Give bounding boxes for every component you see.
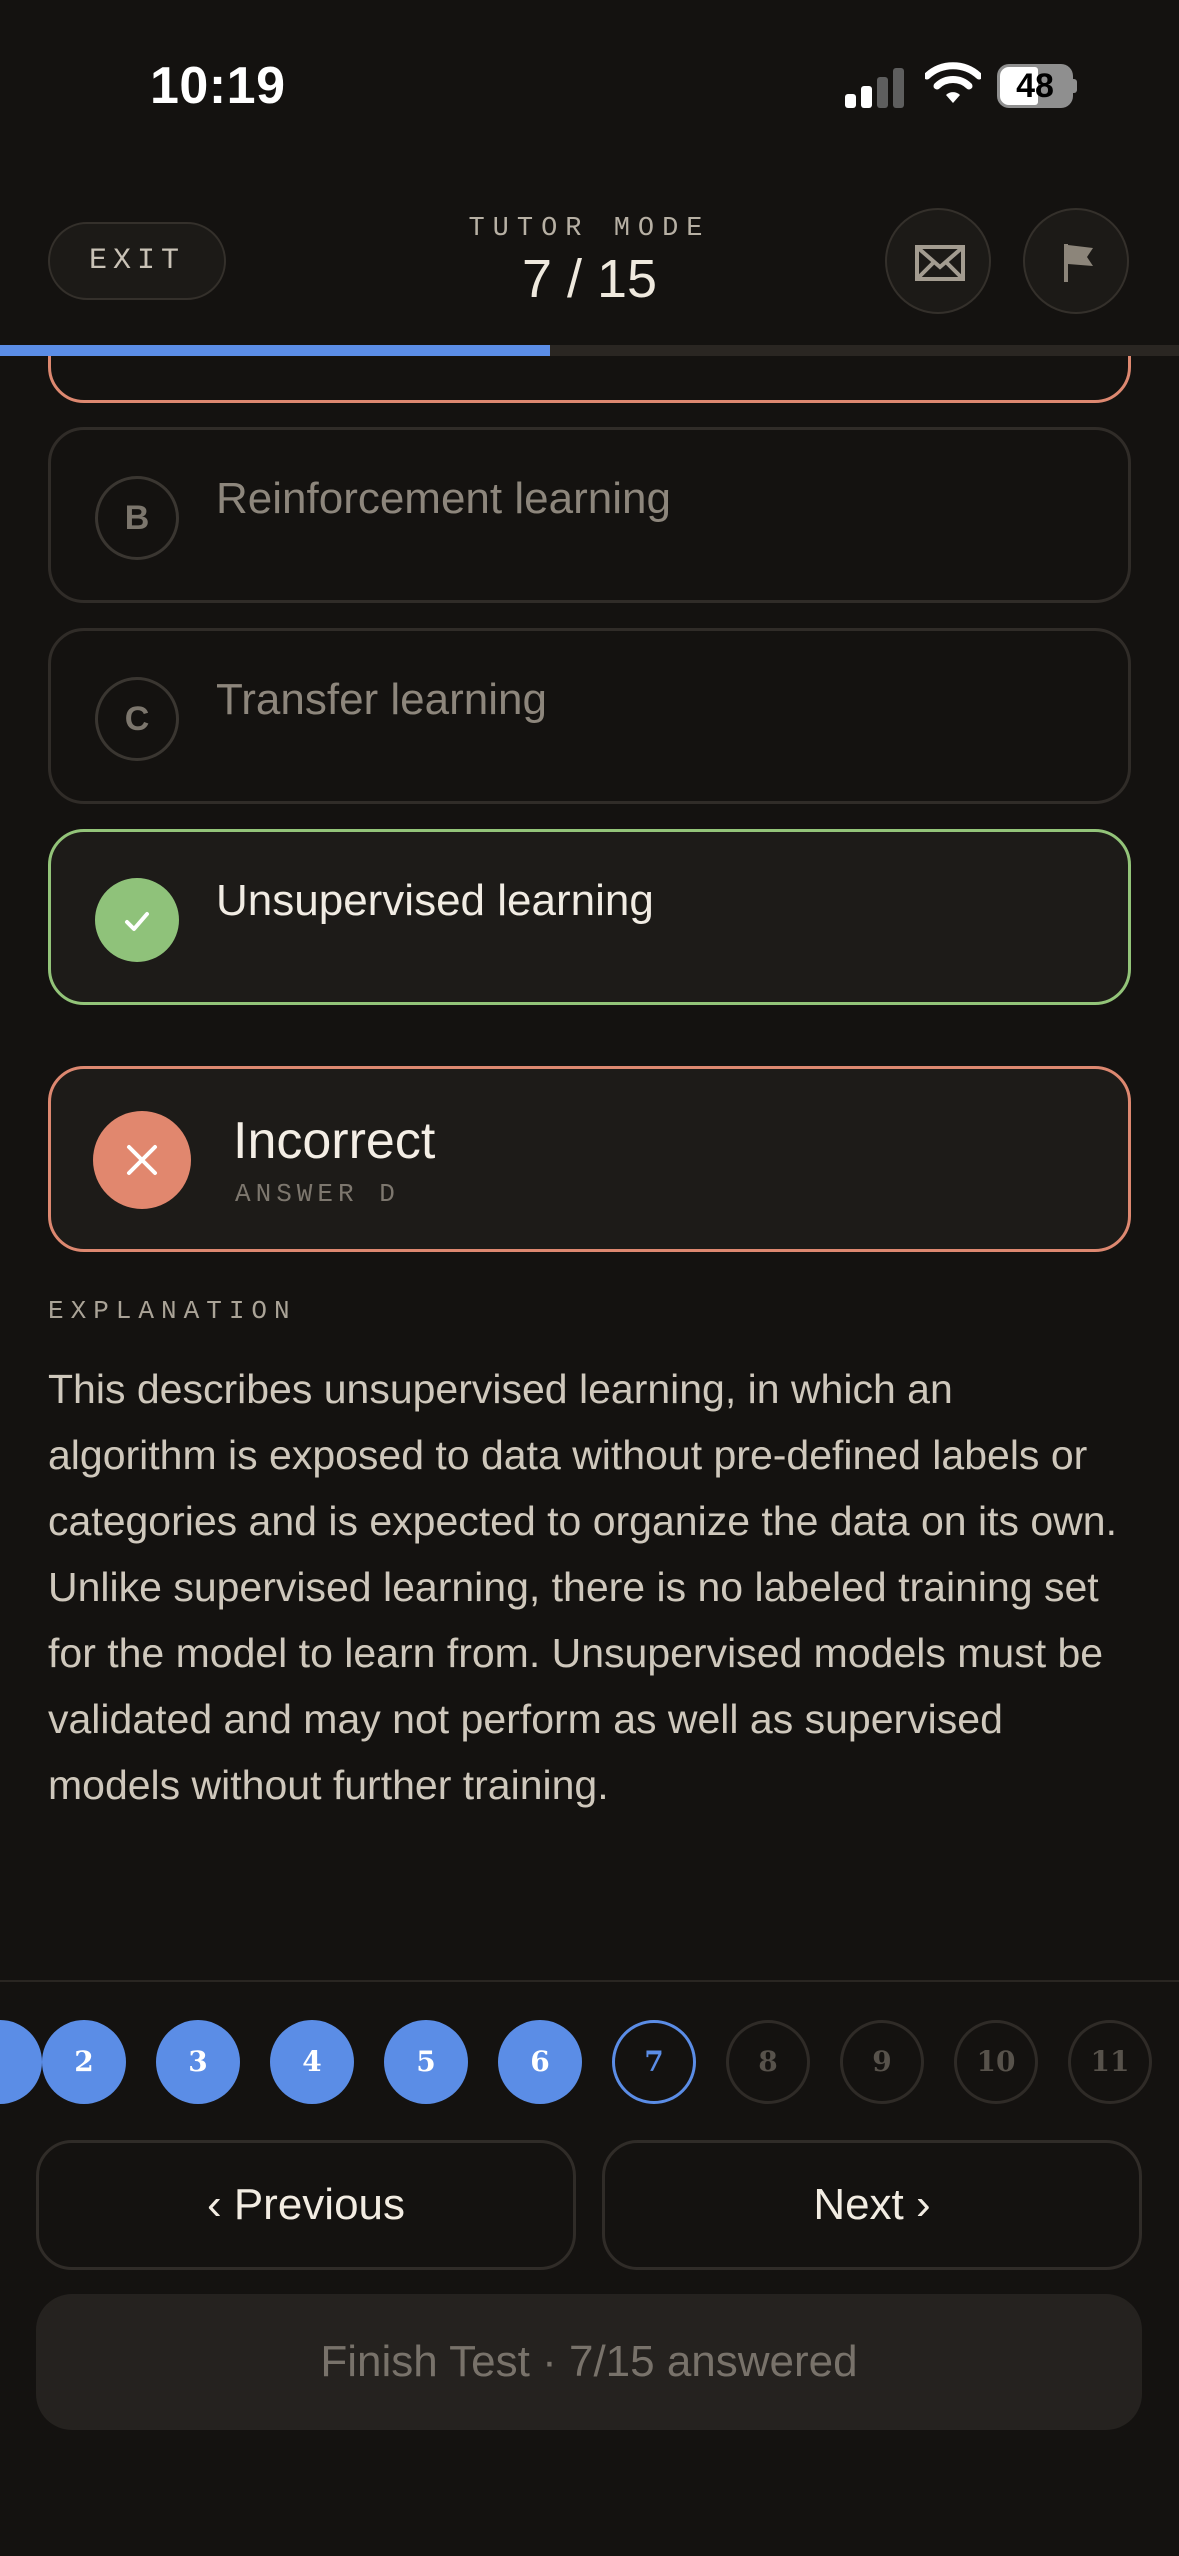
- question-dot[interactable]: 4: [270, 2020, 354, 2104]
- cellular-signal-icon: [845, 66, 905, 108]
- question-dot[interactable]: 9: [840, 2020, 924, 2104]
- question-dot[interactable]: 2: [42, 2020, 126, 2104]
- flag-button[interactable]: [1023, 208, 1129, 314]
- progress-bar-fill: [0, 345, 551, 356]
- status-bar: 10:19 48: [0, 0, 1179, 170]
- next-button[interactable]: Next ›: [602, 2140, 1142, 2270]
- question-dot[interactable]: 11: [1068, 2020, 1152, 2104]
- finish-test-button[interactable]: Finish Test · 7/15 answered: [36, 2294, 1142, 2430]
- bottom-panel: 2 3 4 5 6 7 8 9 10 11 ‹ Previous Next › …: [0, 1980, 1179, 2556]
- option-text: Reinforcement learning: [216, 474, 671, 523]
- question-dot-current[interactable]: 7: [612, 2020, 696, 2104]
- check-icon: [95, 878, 179, 962]
- battery-icon: 48: [997, 64, 1077, 108]
- question-progress: 7 / 15: [521, 249, 658, 309]
- option-text: Unsupervised learning: [216, 876, 654, 925]
- question-dot[interactable]: 8: [726, 2020, 810, 2104]
- result-title: Incorrect: [233, 1112, 436, 1170]
- question-dot-1[interactable]: [0, 2020, 42, 2104]
- explanation-text: This describes unsupervised learning, in…: [48, 1366, 1117, 1808]
- option-c[interactable]: C Transfer learning: [48, 628, 1131, 804]
- status-time: 10:19: [150, 57, 286, 115]
- close-icon: [93, 1111, 191, 1209]
- feedback-button[interactable]: [885, 208, 991, 314]
- result-answer: ANSWER D: [235, 1179, 400, 1209]
- question-navigator: 2 3 4 5 6 7 8 9 10 11: [0, 2020, 1179, 2110]
- option-text: Transfer learning: [216, 675, 547, 724]
- wifi-icon: [923, 60, 983, 106]
- explanation-label: EXPLANATION: [48, 1296, 297, 1326]
- option-d[interactable]: Unsupervised learning: [48, 829, 1131, 1005]
- test-header: EXIT TUTOR MODE 7 / 15: [0, 170, 1179, 356]
- result-card: Incorrect ANSWER D: [48, 1066, 1131, 1252]
- question-dot[interactable]: 6: [498, 2020, 582, 2104]
- previous-button[interactable]: ‹ Previous: [36, 2140, 576, 2270]
- mail-icon: [915, 245, 965, 281]
- question-dot[interactable]: 10: [954, 2020, 1038, 2104]
- mode-label: TUTOR MODE: [468, 214, 711, 244]
- progress-bar: [0, 345, 1179, 356]
- question-dot[interactable]: 5: [384, 2020, 468, 2104]
- question-dot[interactable]: 3: [156, 2020, 240, 2104]
- option-letter: B: [95, 476, 179, 560]
- battery-level: 48: [1016, 67, 1054, 105]
- option-b[interactable]: B Reinforcement learning: [48, 427, 1131, 603]
- flag-icon: [1064, 244, 1093, 282]
- option-letter: C: [95, 677, 179, 761]
